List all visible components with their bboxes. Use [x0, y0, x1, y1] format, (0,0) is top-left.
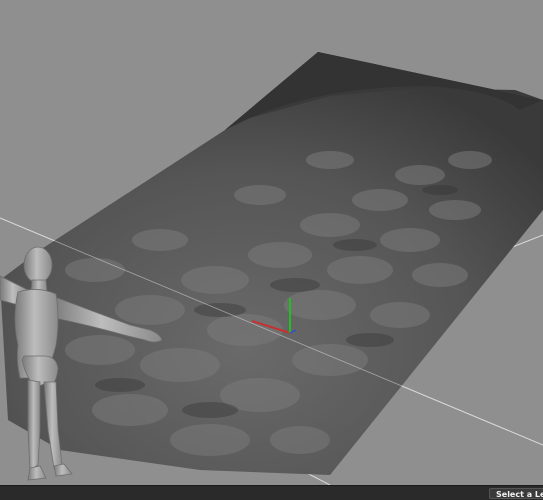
- 3d-viewport[interactable]: [0, 0, 543, 485]
- terrain-plane[interactable]: [0, 52, 543, 475]
- status-bar: Select a Less: [0, 485, 543, 500]
- viewport-canvas[interactable]: [0, 0, 543, 485]
- select-lesson-button[interactable]: Select a Less: [489, 488, 543, 499]
